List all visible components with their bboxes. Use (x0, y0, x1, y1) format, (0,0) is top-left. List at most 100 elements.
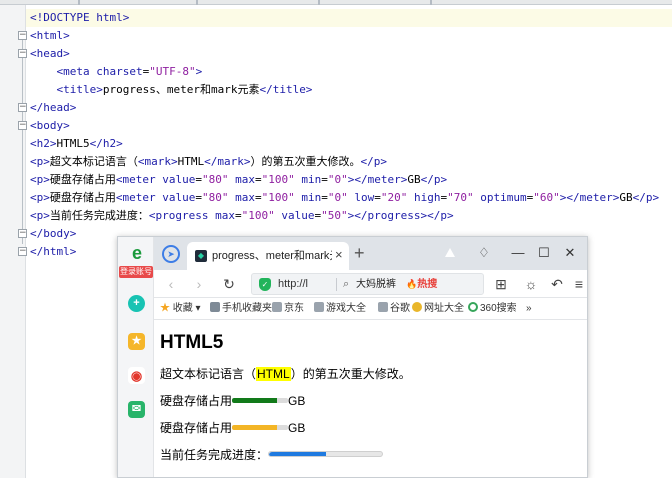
search-input[interactable]: 大妈脱裤 (356, 278, 400, 291)
code-token: "UTF-8" (149, 65, 196, 78)
code-line[interactable]: <p>硬盘存储占用<meter value="80" max="100" min… (30, 189, 659, 207)
code-token: value (162, 191, 196, 204)
fold-toggle-icon[interactable]: − (18, 49, 27, 58)
browser-tab-active[interactable]: ◆ progress、meter和mark元素 × (187, 242, 349, 270)
code-token: HTML (177, 155, 205, 168)
tab-title: progress、meter和mark元素 (212, 250, 332, 262)
fold-toggle-icon[interactable]: − (18, 121, 27, 130)
tab-divider (318, 0, 320, 5)
bookmark-mobile-favorites[interactable]: 手机收藏夹 (210, 302, 272, 316)
menu-icon[interactable]: ≡ (570, 275, 587, 293)
close-window-icon[interactable]: ✕ (560, 243, 580, 263)
code-token: <p> (30, 191, 50, 204)
code-token: = (321, 173, 328, 186)
code-line[interactable]: <meta charset="UTF-8"> (30, 63, 203, 81)
code-token: </mark> (204, 155, 251, 168)
back-arrow-icon[interactable]: ‹ (162, 275, 180, 293)
bookmark-favorites[interactable]: ★ 收藏 ▾ (160, 302, 201, 316)
bookmark-site-directory[interactable]: 网址大全 (412, 302, 464, 316)
code-line[interactable]: <body> (30, 117, 70, 135)
bookmark-google[interactable]: 谷歌 (378, 302, 410, 316)
code-token: HTML5 (56, 137, 90, 150)
grid-apps-icon[interactable]: ⊞ (492, 275, 510, 293)
code-token: "100" (261, 173, 302, 186)
editor-tab-strip[interactable] (0, 0, 672, 5)
hot-search-label[interactable]: 热搜 (406, 278, 437, 291)
code-token: "80" (201, 191, 236, 204)
brightness-icon[interactable]: ☼ (522, 275, 540, 293)
code-token: "0" (327, 191, 355, 204)
code-token: "80" (201, 173, 236, 186)
browser-toolbar: ‹ › ↻ ✓ http://l ⌕ 大妈脱裤 热搜 ⊞ ☼ ↶ ≡ (154, 270, 587, 298)
code-line[interactable]: </html> (30, 243, 76, 261)
code-token: "100" (241, 209, 282, 222)
navigation-compass-icon[interactable]: ➤ (162, 245, 180, 263)
address-bar[interactable]: ✓ http://l ⌕ 大妈脱裤 热搜 (251, 273, 484, 295)
code-token: = (254, 191, 262, 204)
browser-window[interactable]: e 登录账号 + ★ ◉ ✉ ➤ ◆ progress、meter和mark元素… (117, 236, 588, 478)
mail-icon[interactable]: ✉ (128, 401, 145, 418)
code-line[interactable]: </head> (30, 99, 76, 117)
code-line[interactable]: </body> (30, 225, 76, 243)
login-account-button[interactable]: 登录账号 (119, 266, 153, 278)
code-token: value (162, 173, 196, 186)
code-line[interactable]: <!DOCTYPE html> (30, 9, 129, 27)
code-line[interactable]: <p>当前任务完成进度：<progress max="100" value="5… (30, 207, 454, 225)
meter-fill (232, 398, 277, 403)
code-line[interactable]: <head> (30, 45, 70, 63)
code-token: </title> (259, 83, 313, 96)
code-token: 当前任务完成进度： (49, 209, 149, 222)
bookmarks-bar: ★ 收藏 ▾ 手机收藏夹 京东 游戏大全 谷歌 网址大全 360搜索 » (154, 298, 587, 320)
code-line[interactable]: <p>超文本标记语言（<mark>HTML</mark>）的第五次重大修改。</… (30, 153, 387, 171)
fold-toggle-icon[interactable]: − (18, 31, 27, 40)
folder-icon (314, 302, 324, 312)
paragraph-mark: 超文本标记语言（HTML）的第五次重大修改。 (160, 367, 411, 381)
weibo-icon[interactable]: ◉ (128, 367, 145, 384)
code-token: = (254, 173, 262, 186)
code-token: high (413, 191, 441, 204)
code-token: GB (619, 191, 633, 204)
code-token: max (235, 173, 255, 186)
url-text[interactable]: http://l (278, 278, 308, 291)
browser-logo-icon[interactable]: e (127, 243, 147, 263)
code-token: charset (96, 65, 143, 78)
code-line[interactable]: <title>progress、meter和mark元素</title> (30, 81, 313, 99)
code-token: <!DOCTYPE (30, 11, 97, 24)
add-app-icon[interactable]: + (128, 295, 145, 312)
bookmark-games[interactable]: 游戏大全 (314, 302, 366, 316)
forward-arrow-icon[interactable]: › (190, 275, 208, 293)
fold-end-icon[interactable]: − (18, 229, 27, 238)
code-token: value (281, 209, 315, 222)
fold-end-icon[interactable]: − (18, 103, 27, 112)
code-token: html (96, 11, 123, 24)
disk-meter-1 (232, 398, 289, 403)
new-tab-plus-icon[interactable]: + (354, 244, 365, 262)
code-line[interactable]: <p>硬盘存储占用<meter value="80" max="100" min… (30, 171, 447, 189)
page-heading: HTML5 (160, 332, 224, 353)
paragraph-meter-2: 硬盘存储占用 GB (160, 421, 306, 435)
tab-close-icon[interactable]: × (335, 248, 343, 262)
bookmark-360-search[interactable]: 360搜索 (468, 302, 517, 316)
bookmark-jd[interactable]: 京东 (272, 302, 304, 316)
refresh-icon[interactable]: ↻ (220, 275, 238, 293)
maximize-icon[interactable]: ☐ (534, 243, 554, 263)
undo-dropdown-icon[interactable]: ↶ (548, 275, 566, 293)
bookmarks-overflow[interactable]: » (526, 302, 532, 316)
code-token: <body> (30, 119, 70, 132)
shirt-skin-icon[interactable]: ♢ (474, 243, 494, 263)
minimize-icon[interactable]: — (508, 243, 528, 263)
code-token: = (321, 191, 328, 204)
code-line[interactable]: <html> (30, 27, 70, 45)
code-token: </head> (30, 101, 77, 114)
favorites-star-icon[interactable]: ★ (128, 333, 145, 350)
code-token: low (354, 191, 375, 204)
code-line[interactable]: <h2>HTML5</h2> (30, 135, 123, 153)
search-icon: ⌕ (343, 278, 350, 290)
code-token: "60" (533, 191, 560, 204)
code-token: ></progress> (347, 209, 428, 222)
fold-end-icon[interactable]: − (18, 247, 27, 256)
paragraph-progress: 当前任务完成进度： (160, 447, 384, 463)
code-token: GB (407, 173, 421, 186)
code-token: "50" (321, 209, 348, 222)
